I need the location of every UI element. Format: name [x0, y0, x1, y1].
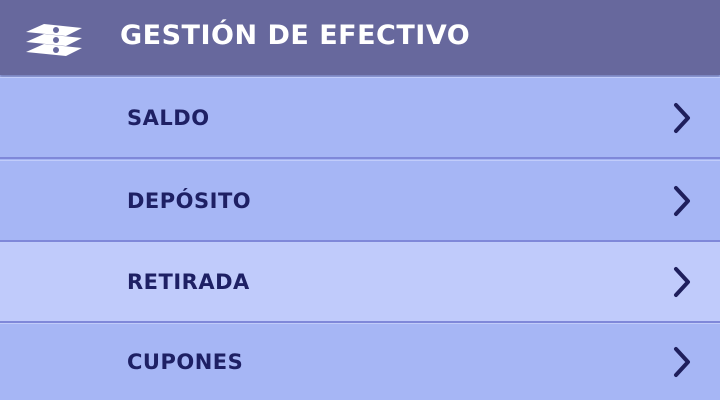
cash-management-panel: GESTIÓN DE EFECTIVO SALDO DEPÓSITO RETIR…: [0, 0, 720, 400]
menu-item-label: CUPONES: [127, 350, 244, 374]
chevron-right-icon: [674, 347, 690, 377]
menu-item-deposito[interactable]: DEPÓSITO: [0, 160, 720, 240]
stacked-cash-icon: [26, 24, 82, 56]
menu-item-retirada[interactable]: RETIRADA: [0, 242, 720, 321]
chevron-right-icon: [674, 102, 690, 133]
menu-item-saldo[interactable]: SALDO: [0, 77, 720, 157]
menu-item-label: RETIRADA: [127, 270, 250, 294]
menu-divider: [0, 157, 720, 159]
panel-header: GESTIÓN DE EFECTIVO: [0, 0, 720, 75]
menu-item-label: DEPÓSITO: [127, 188, 252, 213]
menu-item-cupones[interactable]: CUPONES: [0, 323, 720, 400]
menu-item-label: SALDO: [127, 105, 210, 130]
chevron-right-icon: [674, 185, 690, 216]
header-title: GESTIÓN DE EFECTIVO: [120, 20, 471, 51]
chevron-right-icon: [674, 267, 690, 297]
